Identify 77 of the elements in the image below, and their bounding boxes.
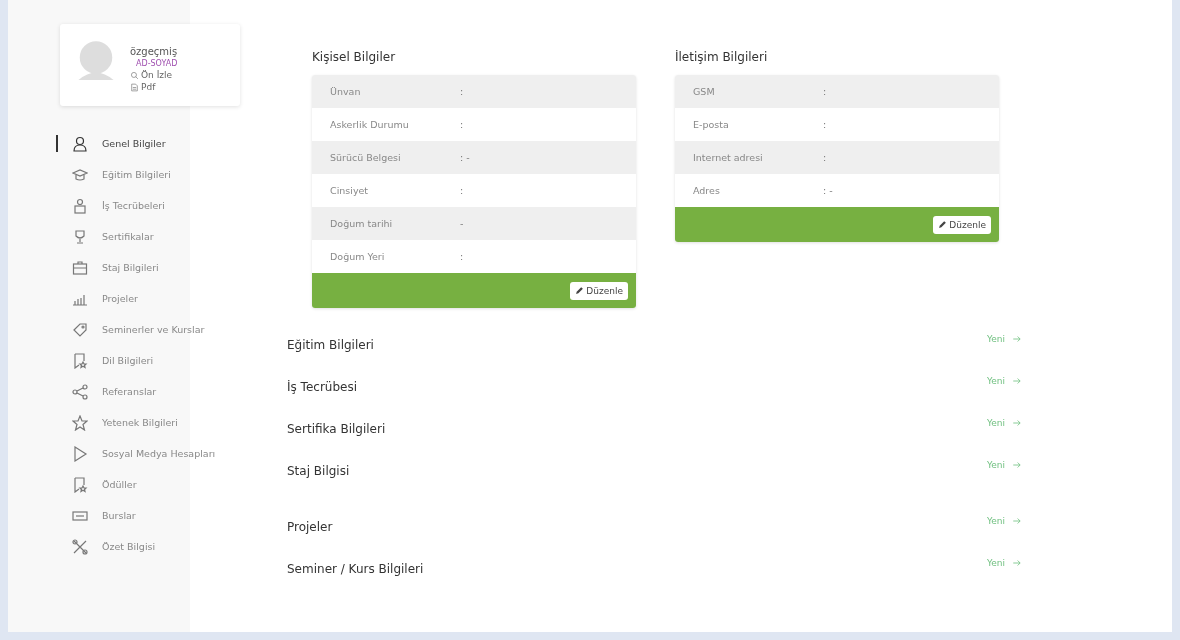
- bookmark-star-icon: [72, 476, 88, 493]
- arrow-right-icon: [1012, 516, 1022, 526]
- bookmark-star-icon: [72, 352, 88, 369]
- card-title: Kişisel Bilgiler: [312, 50, 397, 64]
- avatar-icon: [76, 38, 116, 82]
- new-link[interactable]: Yeni: [986, 516, 1022, 526]
- field-label: Askerlik Durumu: [329, 119, 410, 130]
- edit-button[interactable]: Düzenle: [933, 215, 991, 234]
- preview-link[interactable]: Ön İzle: [130, 70, 178, 80]
- field-value: :: [460, 86, 464, 97]
- edit-button[interactable]: Düzenle: [570, 281, 628, 300]
- sidebar-item[interactable]: Özet Bilgisi: [56, 531, 228, 562]
- pdf-link[interactable]: Pdf: [130, 82, 178, 92]
- arrow-right-icon: [1012, 558, 1022, 568]
- arrow-right-icon: [1012, 460, 1022, 470]
- new-link[interactable]: Yeni: [986, 558, 1022, 568]
- field-value: -: [460, 218, 464, 229]
- new-link[interactable]: Yeni: [986, 334, 1022, 344]
- field-label: Doğum tarihi: [329, 218, 394, 229]
- arrow-right-icon: [1012, 376, 1022, 386]
- new-link[interactable]: Yeni: [986, 460, 1022, 470]
- profile-title: özgeçmiş: [130, 46, 178, 57]
- sidebar-item[interactable]: Projeler: [56, 283, 228, 314]
- sidebar-item[interactable]: Referanslar: [56, 376, 228, 407]
- field-label: Internet adresi: [692, 152, 764, 163]
- field-value: :: [823, 119, 827, 130]
- field-label: Doğum Yeri: [329, 251, 386, 262]
- sidebar-item[interactable]: Genel Bilgiler: [56, 128, 228, 159]
- sidebar-item[interactable]: Staj Bilgileri: [56, 252, 228, 283]
- trophy-icon: [72, 228, 88, 245]
- graduation-cap-icon: [72, 166, 88, 183]
- arrow-right-icon: [1012, 418, 1022, 428]
- field-label: Sürücü Belgesi: [329, 152, 402, 163]
- field-value: :: [460, 119, 464, 130]
- section-title: Eğitim Bilgileri: [287, 337, 374, 352]
- star-icon: [72, 414, 88, 431]
- field-value: :: [823, 86, 827, 97]
- sidebar-item[interactable]: İş Tecrübeleri: [56, 190, 228, 221]
- field-label: Adres: [692, 185, 721, 196]
- new-link[interactable]: Yeni: [986, 376, 1022, 386]
- field-label: E-posta: [692, 119, 730, 130]
- sidebar-item[interactable]: Dil Bilgileri: [56, 345, 228, 376]
- field-value: :: [823, 152, 827, 163]
- document-icon: [130, 82, 139, 92]
- tag-icon: [72, 321, 88, 338]
- field-label: Cinsiyet: [329, 185, 370, 196]
- person-icon: [72, 135, 88, 152]
- field-value: : -: [460, 152, 470, 163]
- profile-name: AD-SOYAD: [136, 59, 178, 68]
- sidebar-item[interactable]: Sosyal Medya Hesapları: [56, 438, 228, 469]
- sidebar-item[interactable]: Eğitim Bilgileri: [56, 159, 228, 190]
- section-title: Projeler: [287, 519, 333, 534]
- share-icon: [72, 383, 88, 400]
- card-title: İletişim Bilgileri: [675, 50, 769, 64]
- field-value: :: [460, 251, 464, 262]
- briefcase-icon: [72, 259, 88, 276]
- section-title: Sertifika Bilgileri: [287, 421, 386, 436]
- play-icon: [72, 445, 88, 462]
- section-title: Seminer / Kurs Bilgileri: [287, 561, 424, 576]
- new-link[interactable]: Yeni: [986, 418, 1022, 428]
- field-label: GSM: [692, 86, 716, 97]
- sidebar-item[interactable]: Sertifikalar: [56, 221, 228, 252]
- section-title: Staj Bilgisi: [287, 463, 350, 478]
- pencil-icon: [575, 286, 585, 295]
- field-label: Ünvan: [329, 86, 362, 97]
- tools-icon: [72, 538, 88, 555]
- arrow-right-icon: [1012, 334, 1022, 344]
- section-title: İş Tecrübesi: [287, 379, 357, 394]
- sidebar-item[interactable]: Burslar: [56, 500, 228, 531]
- field-value: :: [460, 185, 464, 196]
- worker-icon: [72, 197, 88, 214]
- field-value: : -: [823, 185, 833, 196]
- sidebar-item[interactable]: Seminerler ve Kurslar: [56, 314, 228, 345]
- search-icon: [130, 70, 139, 80]
- sidebar-item[interactable]: Ödüller: [56, 469, 228, 500]
- sidebar-item[interactable]: Yetenek Bilgileri: [56, 407, 228, 438]
- pencil-icon: [938, 220, 948, 229]
